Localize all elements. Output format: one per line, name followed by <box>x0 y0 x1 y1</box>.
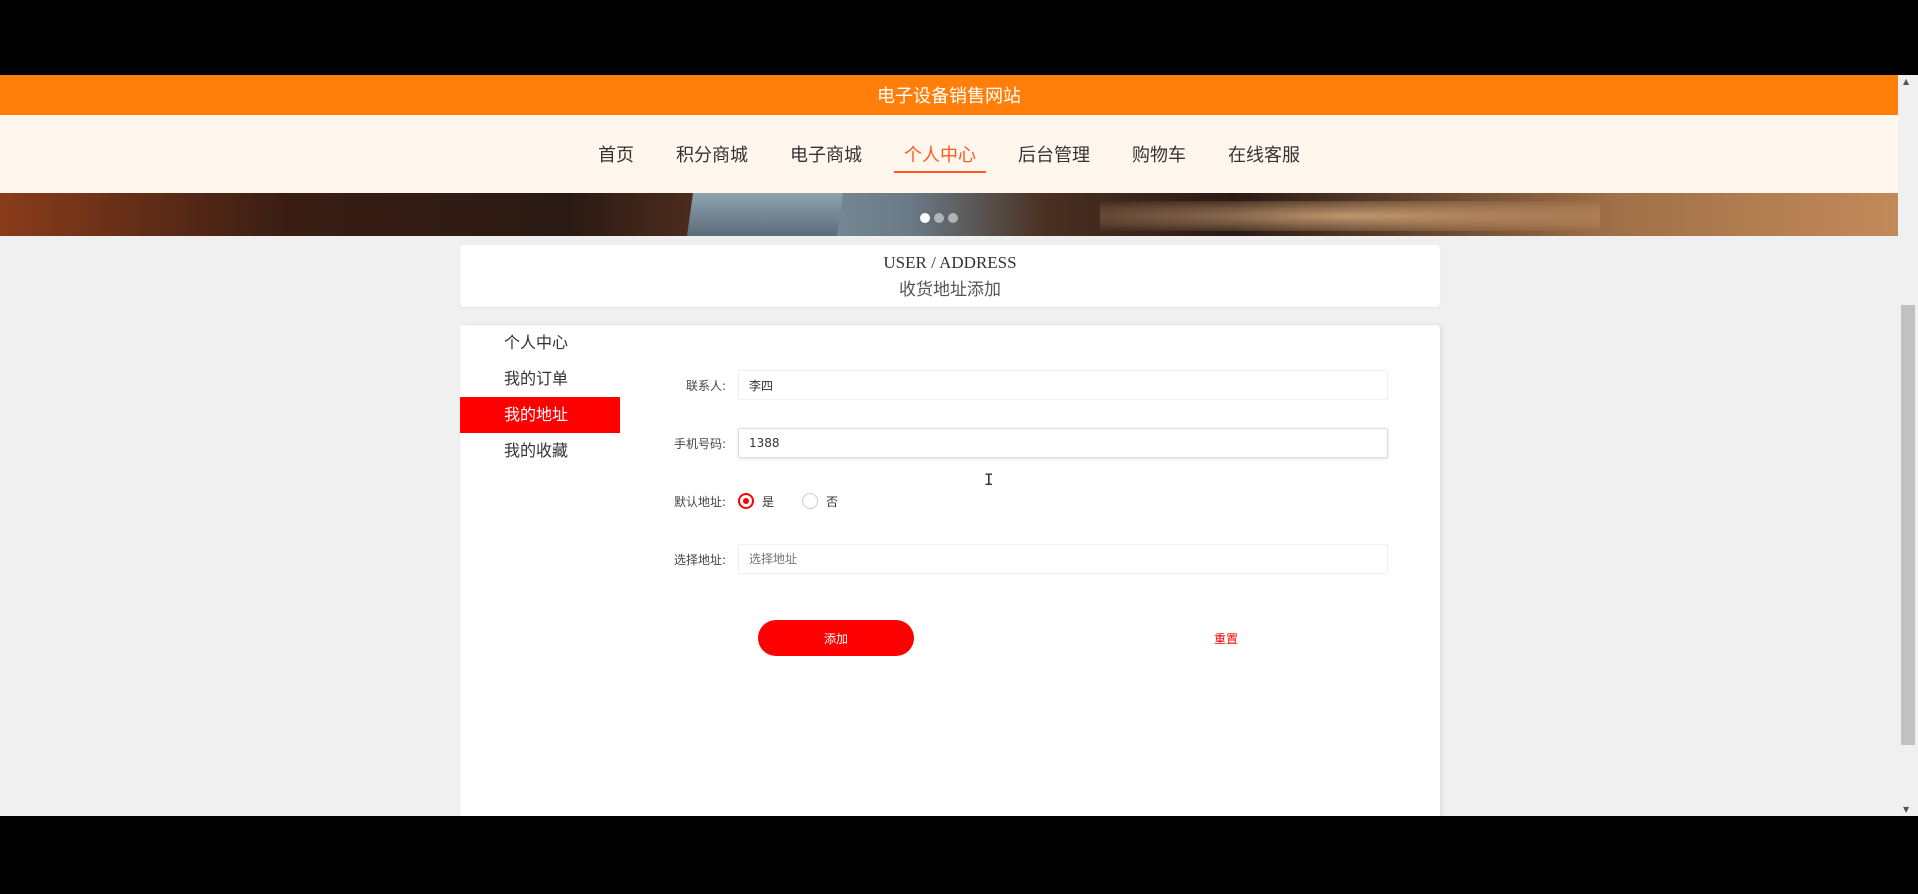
nav-item-points-mall[interactable]: 积分商城 <box>666 135 758 173</box>
carousel-indicators <box>920 213 958 223</box>
page-title-cn: 收货地址添加 <box>899 280 1001 300</box>
default-address-row: 默认地址: 是 否 <box>610 481 1430 521</box>
phone-input[interactable] <box>738 428 1388 458</box>
phone-label: 手机号码: <box>673 436 726 451</box>
side-item-user-center[interactable]: 个人中心 <box>460 325 620 361</box>
contact-row: 联系人: <box>610 365 1430 405</box>
phone-row: 手机号码: <box>610 423 1430 463</box>
scroll-down-icon[interactable]: ▼ <box>1903 805 1909 814</box>
content-card: 个人中心 我的订单 我的地址 我的收藏 联系人: 手机号码: 默认地址: 是 否 <box>460 325 1440 816</box>
radio-yes-label[interactable]: 是 <box>762 493 774 510</box>
select-address-input[interactable] <box>738 544 1388 574</box>
select-address-label: 选择地址: <box>673 552 726 567</box>
side-item-addresses[interactable]: 我的地址 <box>460 397 620 433</box>
hero-banner <box>0 193 1898 236</box>
contact-label: 联系人: <box>685 378 726 393</box>
side-item-orders[interactable]: 我的订单 <box>460 361 620 397</box>
radio-yes[interactable] <box>738 493 754 509</box>
nav-item-user-center[interactable]: 个人中心 <box>894 135 986 173</box>
main-nav: 首页 积分商城 电子商城 个人中心 后台管理 购物车 在线客服 <box>0 115 1898 193</box>
site-title-bar: 电子设备销售网站 <box>0 75 1898 115</box>
text-cursor-icon: I <box>984 470 994 489</box>
radio-no-label[interactable]: 否 <box>826 493 838 510</box>
side-item-favorites[interactable]: 我的收藏 <box>460 433 620 469</box>
add-button[interactable]: 添加 <box>758 620 914 656</box>
page-header: USER / ADDRESS 收货地址添加 <box>460 245 1440 307</box>
nav-item-customer-service[interactable]: 在线客服 <box>1218 135 1310 173</box>
site-title: 电子设备销售网站 <box>877 86 1021 107</box>
nav-item-home[interactable]: 首页 <box>588 135 644 173</box>
carousel-dot[interactable] <box>934 213 944 223</box>
contact-input[interactable] <box>738 370 1388 400</box>
scroll-up-icon[interactable]: ▲ <box>1903 77 1909 86</box>
user-side-menu: 个人中心 我的订单 我的地址 我的收藏 <box>460 325 620 469</box>
carousel-dot[interactable] <box>948 213 958 223</box>
default-address-label: 默认地址: <box>673 494 726 509</box>
select-address-row: 选择地址: <box>610 539 1430 579</box>
scrollbar-thumb[interactable] <box>1901 305 1915 745</box>
reset-button[interactable]: 重置 <box>1148 620 1304 656</box>
default-address-radio-group: 是 否 <box>738 493 866 510</box>
carousel-dot[interactable] <box>920 213 930 223</box>
page-title-en: USER / ADDRESS <box>883 253 1017 272</box>
browser-viewport: 电子设备销售网站 首页 积分商城 电子商城 个人中心 后台管理 购物车 在线客服… <box>0 75 1918 816</box>
radio-no[interactable] <box>802 493 819 509</box>
banner-phone-image <box>686 193 844 236</box>
nav-item-admin[interactable]: 后台管理 <box>1008 135 1100 173</box>
nav-item-cart[interactable]: 购物车 <box>1122 135 1196 173</box>
nav-item-electronics-mall[interactable]: 电子商城 <box>780 135 872 173</box>
page-scrollbar[interactable]: ▲ ▼ <box>1898 75 1918 816</box>
